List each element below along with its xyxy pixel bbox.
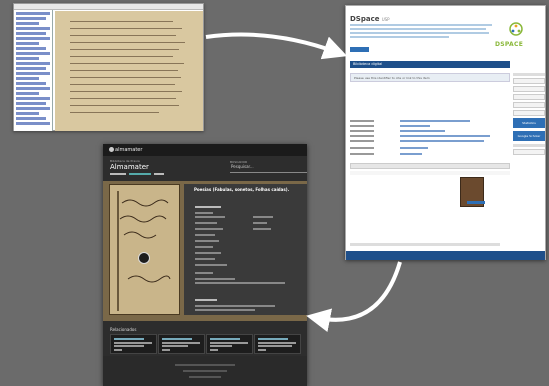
workflow-arrows bbox=[205, 32, 402, 333]
arrow-dspace-to-almamater bbox=[306, 261, 402, 333]
arrow-viewer-to-dspace bbox=[205, 32, 348, 60]
